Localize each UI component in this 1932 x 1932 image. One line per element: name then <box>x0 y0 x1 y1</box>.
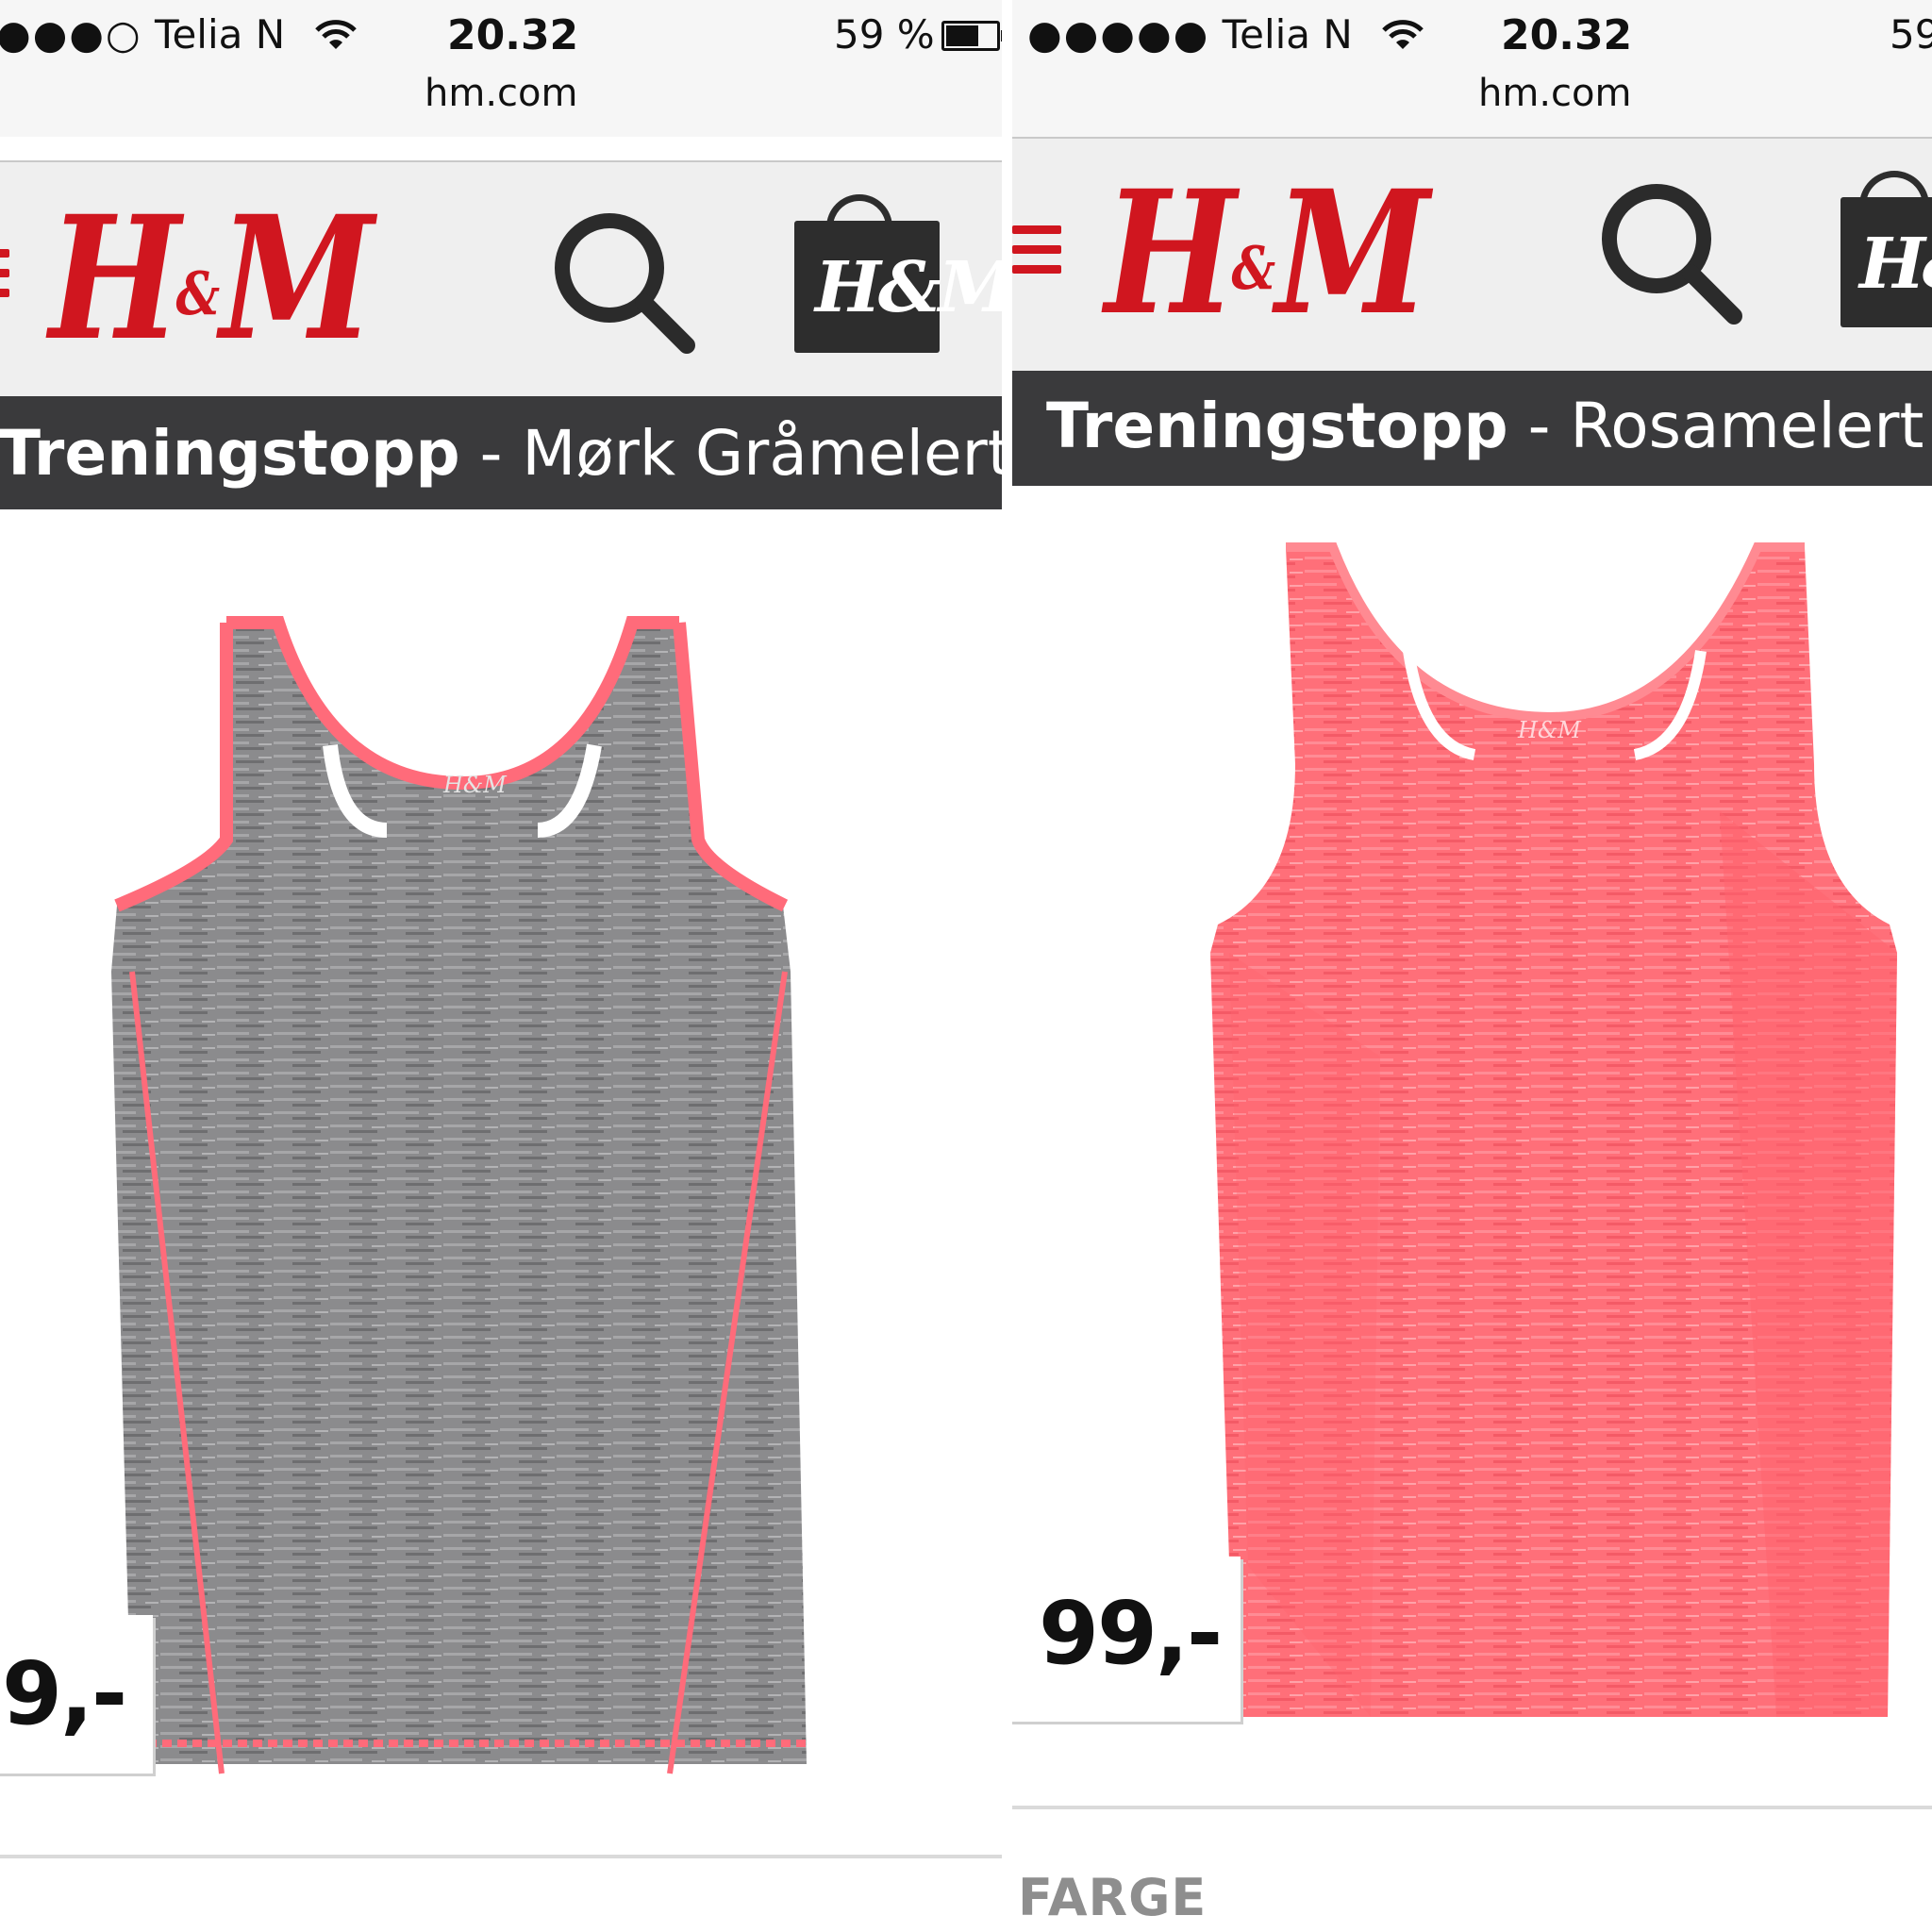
site-header: H&M H&M <box>0 160 1002 398</box>
product-color-name: Mørk Gråmelert <box>522 417 1002 490</box>
product-title: Treningstopp - Rosamelert <box>1046 390 1924 462</box>
section-divider <box>0 1855 1002 1858</box>
product-title-bar: Treningstopp - Rosamelert <box>1012 371 1932 486</box>
svg-text:H&M: H&M <box>442 772 508 798</box>
search-icon[interactable] <box>1594 176 1745 331</box>
hm-logo[interactable]: H&M <box>49 179 375 378</box>
product-image-grey-tank-top[interactable]: H&M <box>104 594 821 1783</box>
clock-time: 20.32 <box>447 11 579 59</box>
status-bar: ●●●○ Telia N 20.32 59 % hm.com <box>0 0 1002 137</box>
carrier-indicator: ●●●○ Telia N <box>0 11 357 60</box>
left-screenshot-panel: ●●●○ Telia N 20.32 59 % hm.com H&M H&M T… <box>0 0 1002 1932</box>
product-title: Treningstopp - Mørk Gråmelert <box>0 417 1002 490</box>
signal-strength-icon: ●●●○ <box>0 11 142 58</box>
signal-strength-icon: ●●●●● <box>1027 11 1210 58</box>
address-url[interactable]: hm.com <box>1478 72 1631 115</box>
product-name: Treningstopp <box>0 417 460 490</box>
shopping-bag-icon[interactable]: H&M <box>794 221 1002 353</box>
color-section-label: FARGE <box>1018 1868 1208 1927</box>
battery-percentage: 59 <box>1890 11 1932 58</box>
hm-logo[interactable]: H&M <box>1105 154 1430 353</box>
product-price: 99,- <box>1039 1583 1223 1684</box>
menu-icon[interactable] <box>1012 225 1061 285</box>
carrier-name: Telia N <box>154 11 286 58</box>
wifi-icon <box>1382 14 1424 60</box>
svg-text:H&M: H&M <box>1517 717 1582 743</box>
search-icon[interactable] <box>547 206 698 360</box>
carrier-indicator: ●●●●● Telia N <box>1027 11 1424 60</box>
status-bar: ●●●●● Telia N 20.32 59 hm.com <box>1012 0 1932 137</box>
shopping-bag-icon[interactable]: H&M <box>1840 197 1932 327</box>
product-price: 9,- <box>2 1643 127 1744</box>
product-color-name: Rosamelert <box>1570 390 1924 462</box>
carrier-name: Telia N <box>1222 11 1353 58</box>
address-url[interactable]: hm.com <box>425 72 577 115</box>
battery-icon <box>941 21 1002 51</box>
battery-percentage: 59 % <box>834 11 935 58</box>
clock-time: 20.32 <box>1501 11 1633 59</box>
product-title-bar: Treningstopp - Mørk Gråmelert <box>0 396 1002 509</box>
price-tag: 99,- <box>1012 1557 1241 1722</box>
price-tag: 9,- <box>0 1615 153 1774</box>
title-separator: - <box>1507 390 1571 462</box>
title-separator: - <box>459 417 523 490</box>
panel-separator <box>1002 0 1012 1932</box>
product-name: Treningstopp <box>1046 390 1508 462</box>
menu-icon[interactable] <box>0 249 9 308</box>
right-screenshot-panel: ●●●●● Telia N 20.32 59 hm.com H&M H&M Tr… <box>1012 0 1932 1932</box>
section-divider <box>1012 1806 1932 1809</box>
wifi-icon <box>314 14 357 60</box>
product-image-pink-tank-top[interactable]: H&M <box>1191 528 1908 1736</box>
site-header: H&M H&M <box>1012 137 1932 373</box>
